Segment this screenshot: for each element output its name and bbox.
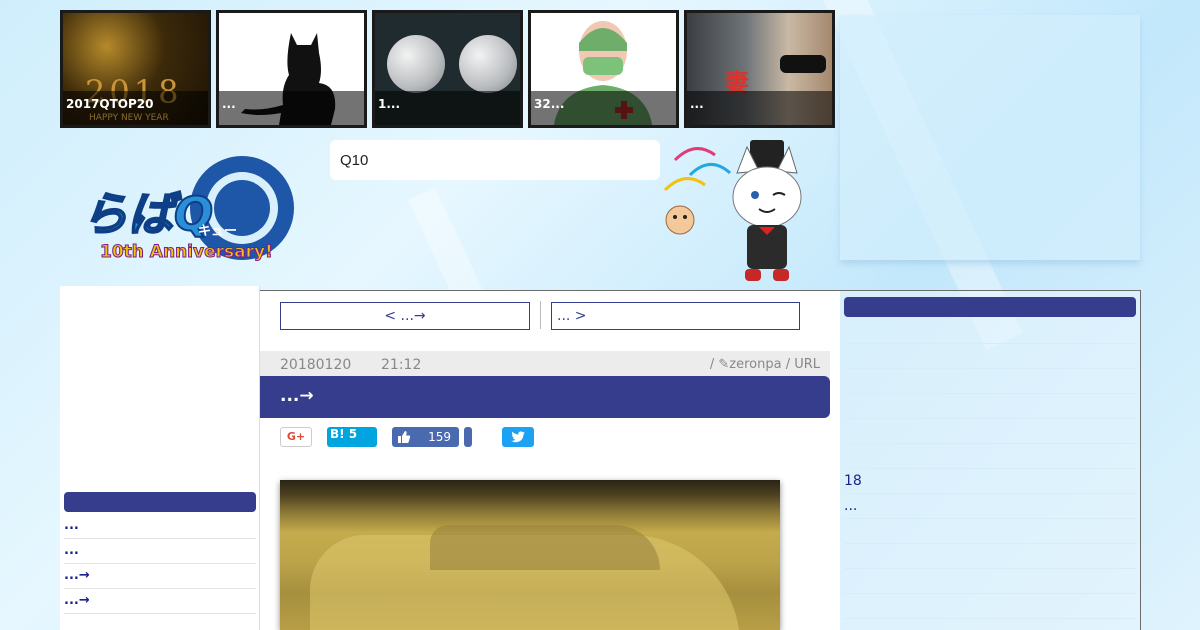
- article-meta: 20180120 21:12 / ✎zeronpa / URL: [260, 351, 830, 379]
- right-sidebar-link[interactable]: [844, 544, 1136, 569]
- featured-thumbnails: 2018 HAPPY NEW YEAR 2017QTOP20 ... 1... …: [60, 10, 835, 128]
- left-sidebar-link[interactable]: ...: [64, 514, 256, 539]
- thumbnail-caption: ...: [219, 91, 364, 125]
- google-plus-share-button[interactable]: G+: [280, 427, 312, 447]
- top-right-panel: [840, 15, 1140, 260]
- right-sidebar-link[interactable]: [844, 519, 1136, 544]
- right-sidebar: 18 ...: [840, 291, 1140, 630]
- thumbnail-card[interactable]: 32...: [528, 10, 679, 128]
- right-sidebar-list: 18 ...: [844, 319, 1136, 619]
- article-title: ...→: [260, 376, 830, 418]
- search-input[interactable]: [330, 140, 660, 180]
- site-logo-anniversary: 10th Anniversary!: [100, 242, 274, 263]
- right-sidebar-header: [844, 297, 1136, 317]
- right-sidebar-link[interactable]: [844, 594, 1136, 619]
- right-sidebar-link[interactable]: [844, 344, 1136, 369]
- thumbnail-caption: 1...: [375, 91, 520, 125]
- twitter-bird-icon: [511, 431, 525, 443]
- thumbnail-card[interactable]: ...: [216, 10, 367, 128]
- thumbnail-card[interactable]: 1...: [372, 10, 523, 128]
- site-logo-sub: キュー: [198, 224, 238, 239]
- article-area: < ...→ ... > 20180120 21:12 / ✎zeronpa /…: [260, 291, 840, 630]
- prev-article-button[interactable]: < ...→: [280, 302, 530, 330]
- article-time: 21:12: [381, 357, 422, 373]
- coin-image: [387, 35, 445, 93]
- article-author[interactable]: / ✎zeronpa / URL: [710, 357, 820, 372]
- thumbnail-card[interactable]: 妻 ...: [684, 10, 835, 128]
- left-sidebar-list: ... ... ...→ ...→: [64, 514, 256, 614]
- right-sidebar-link[interactable]: [844, 444, 1136, 469]
- next-article-button[interactable]: ... >: [551, 302, 800, 330]
- facebook-like-button[interactable]: 159: [392, 427, 459, 447]
- sunglasses-decoration: [780, 55, 826, 73]
- thumbnail-card[interactable]: 2018 HAPPY NEW YEAR 2017QTOP20: [60, 10, 211, 128]
- twitter-share-button[interactable]: [502, 427, 534, 447]
- site-logo[interactable]: らばQ キュー 10th Anniversary!: [80, 150, 305, 270]
- thumbnail-caption: ...: [687, 91, 832, 125]
- thumbs-up-icon: [398, 431, 411, 443]
- left-sidebar-link[interactable]: ...→: [64, 589, 256, 614]
- coin-image: [459, 35, 517, 93]
- right-sidebar-link[interactable]: 18: [844, 469, 1136, 494]
- nav-divider: [540, 301, 541, 329]
- right-sidebar-link[interactable]: [844, 319, 1136, 344]
- thumbnail-overlay-subtext: HAPPY NEW YEAR: [89, 113, 169, 123]
- left-sidebar-link[interactable]: ...: [64, 539, 256, 564]
- right-sidebar-link[interactable]: [844, 419, 1136, 444]
- right-sidebar-link[interactable]: [844, 394, 1136, 419]
- facebook-share-tab[interactable]: [464, 427, 472, 447]
- right-sidebar-link[interactable]: ...: [844, 494, 1136, 519]
- mascot-image: [655, 135, 820, 290]
- hatena-bookmark-button[interactable]: B! 5: [327, 427, 377, 447]
- site-logo-text: らばQ: [81, 186, 214, 242]
- snow-covered-car-roof: [430, 525, 660, 570]
- right-sidebar-link[interactable]: [844, 369, 1136, 394]
- left-sidebar-link[interactable]: ...→: [64, 564, 256, 589]
- left-sidebar-header: [64, 492, 256, 512]
- article-date: 20180120: [280, 357, 352, 373]
- facebook-like-count: 159: [428, 430, 451, 444]
- article-photo: [280, 480, 780, 630]
- right-sidebar-link[interactable]: [844, 569, 1136, 594]
- thumbnail-caption: 32...: [531, 91, 676, 125]
- left-sidebar: ... ... ...→ ...→: [60, 286, 260, 630]
